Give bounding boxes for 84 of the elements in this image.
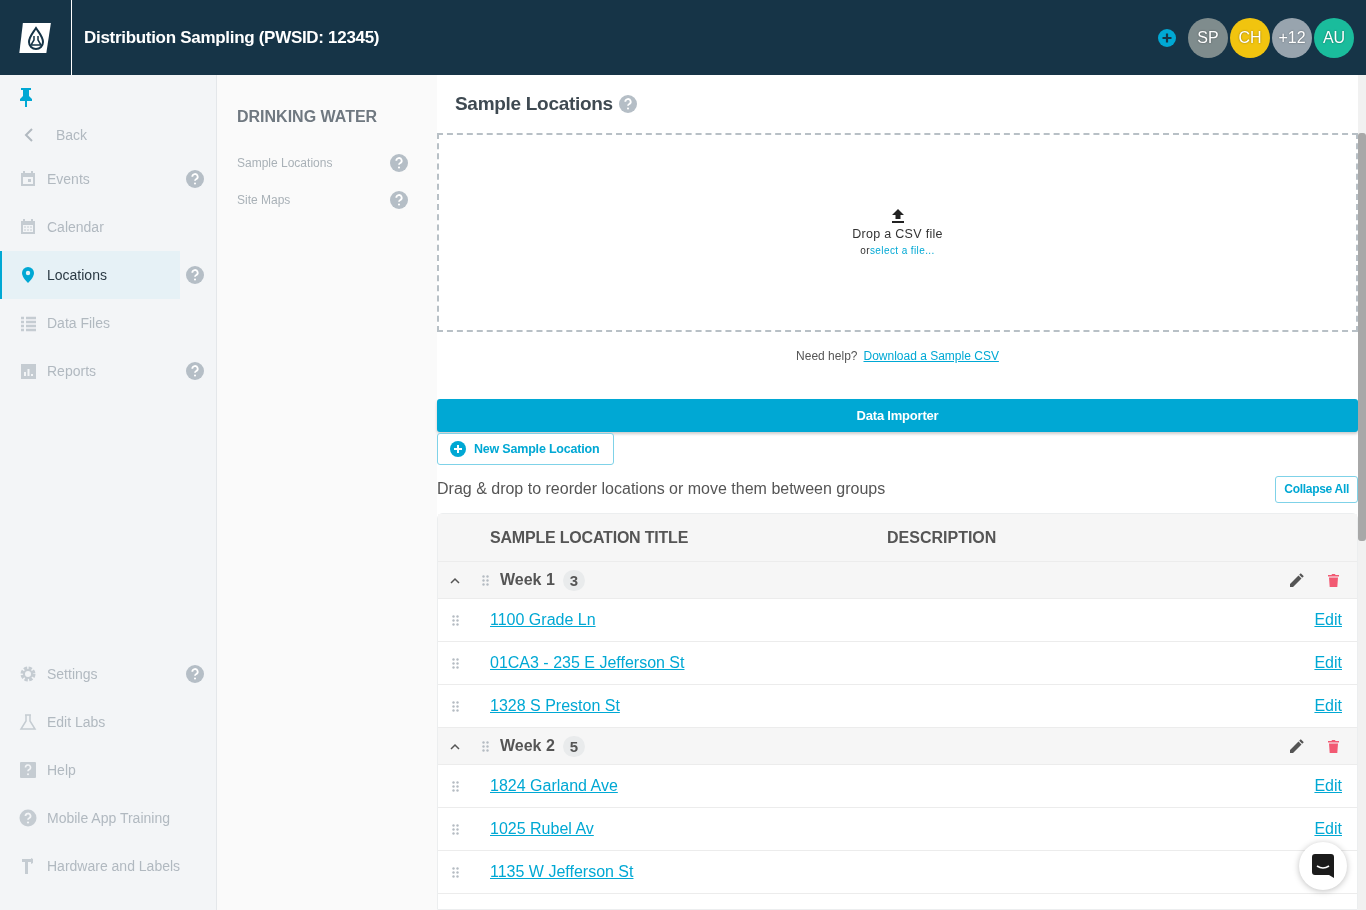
new-location-button[interactable]: New Sample Location: [437, 433, 614, 465]
edit-link[interactable]: Edit: [1314, 654, 1342, 672]
chevron-up-icon[interactable]: [450, 742, 460, 750]
drag-handle-icon[interactable]: [482, 574, 489, 586]
help-icon[interactable]: [186, 665, 204, 683]
chevron-up-icon[interactable]: [450, 576, 460, 584]
group-name: Week 1: [500, 571, 555, 589]
edit-link[interactable]: Edit: [1314, 777, 1342, 795]
help-icon[interactable]: [186, 266, 204, 284]
sidebar-item[interactable]: Locations: [0, 251, 180, 299]
help-icon[interactable]: [186, 362, 204, 380]
settings-icon: [19, 665, 37, 683]
select-file-link[interactable]: select a file...: [869, 245, 935, 256]
page-title: Sample Locations: [455, 93, 613, 115]
count-badge: 5: [562, 735, 586, 757]
collapse-all-button[interactable]: Collapse All: [1275, 475, 1358, 503]
sidebar-item[interactable]: Help: [0, 746, 180, 794]
back-link[interactable]: Back: [0, 115, 88, 155]
user-avatar[interactable]: AU: [1314, 17, 1354, 58]
sidebar-item[interactable]: Data Files: [0, 299, 180, 347]
location-link[interactable]: 1135 W Jefferson St: [490, 863, 634, 881]
download-link[interactable]: Download a Sample CSV: [863, 349, 999, 363]
calendar-icon: [19, 218, 37, 236]
group-name: Week 2: [500, 737, 555, 755]
location-link[interactable]: 1100 Grade Ln: [490, 611, 596, 629]
pencil-icon[interactable]: [1290, 573, 1304, 587]
column-header: DESCRIPTION: [887, 528, 997, 547]
scrollbar[interactable]: [1358, 75, 1366, 910]
sidebar-item[interactable]: Events: [0, 155, 180, 203]
location-link[interactable]: 1025 Rubel Av: [490, 820, 594, 838]
user-avatar[interactable]: +12: [1272, 17, 1312, 58]
sidebar-item[interactable]: Mobile App Training: [0, 794, 180, 842]
section-heading: DRINKING WATER: [237, 108, 379, 126]
drag-handle-icon[interactable]: [452, 700, 459, 712]
bar-chart-icon: [19, 362, 37, 380]
sidebar-item[interactable]: Hardware and Labels: [0, 842, 181, 890]
help-icon[interactable]: [618, 95, 637, 113]
sidebar-item[interactable]: Reports: [0, 347, 180, 395]
subnav-item[interactable]: Sample Locations: [237, 155, 333, 170]
pencil-icon[interactable]: [1290, 739, 1304, 753]
help-text: Need help?: [796, 349, 858, 363]
location-link[interactable]: 1824 Garland Ave: [490, 777, 618, 795]
drag-handle-icon[interactable]: [452, 614, 459, 626]
drag-handle-icon[interactable]: [452, 823, 459, 835]
instruction-text: Drag & drop to reorder locations or move them between groups: [437, 480, 886, 498]
help-icon[interactable]: [390, 153, 408, 172]
trash-icon[interactable]: [1328, 739, 1339, 753]
pin-icon[interactable]: [18, 87, 34, 107]
trash-icon[interactable]: [1328, 573, 1339, 587]
location-pin-icon: [19, 266, 37, 284]
drag-handle-icon[interactable]: [482, 740, 489, 752]
add-icon[interactable]: [1158, 28, 1176, 47]
select-file-prompt: orselect a file...: [860, 245, 935, 256]
location-link[interactable]: 1328 S Preston St: [490, 697, 620, 715]
sidebar-item[interactable]: Edit Labs: [0, 698, 180, 746]
drag-handle-icon[interactable]: [452, 866, 459, 878]
data-importer-button[interactable]: Data Importer: [437, 399, 1358, 432]
edit-link[interactable]: Edit: [1314, 611, 1342, 629]
chat-icon: [1312, 854, 1334, 878]
subnav-item[interactable]: Site Maps: [237, 192, 291, 207]
help-icon: [19, 761, 37, 779]
app-title: Distribution Sampling (PWSID: 12345): [84, 27, 381, 48]
sidebar-item[interactable]: Settings: [0, 650, 180, 698]
flask-icon: [19, 713, 37, 731]
add-icon: [450, 441, 466, 457]
user-avatar[interactable]: CH: [1230, 17, 1270, 58]
logo-icon[interactable]: [18, 20, 53, 55]
chevron-left-icon: [24, 127, 34, 143]
list-icon: [19, 314, 37, 332]
edit-link[interactable]: Edit: [1314, 820, 1342, 838]
help-icon[interactable]: [390, 190, 408, 209]
location-link[interactable]: 01CA3 - 235 E Jefferson St: [490, 654, 685, 672]
column-header: SAMPLE LOCATION TITLE: [490, 528, 690, 547]
edit-link[interactable]: Edit: [1314, 697, 1342, 715]
calendar-icon: [19, 170, 37, 188]
user-avatar[interactable]: SP: [1188, 17, 1228, 58]
help-icon[interactable]: [186, 170, 204, 188]
drop-prompt: Drop a CSV file: [852, 227, 943, 241]
sidebar-item[interactable]: Calendar: [0, 203, 180, 251]
drag-handle-icon[interactable]: [452, 780, 459, 792]
upload-icon: [891, 209, 904, 223]
drag-handle-icon[interactable]: [452, 657, 459, 669]
help-icon: [19, 809, 37, 827]
count-badge: 3: [562, 569, 586, 591]
